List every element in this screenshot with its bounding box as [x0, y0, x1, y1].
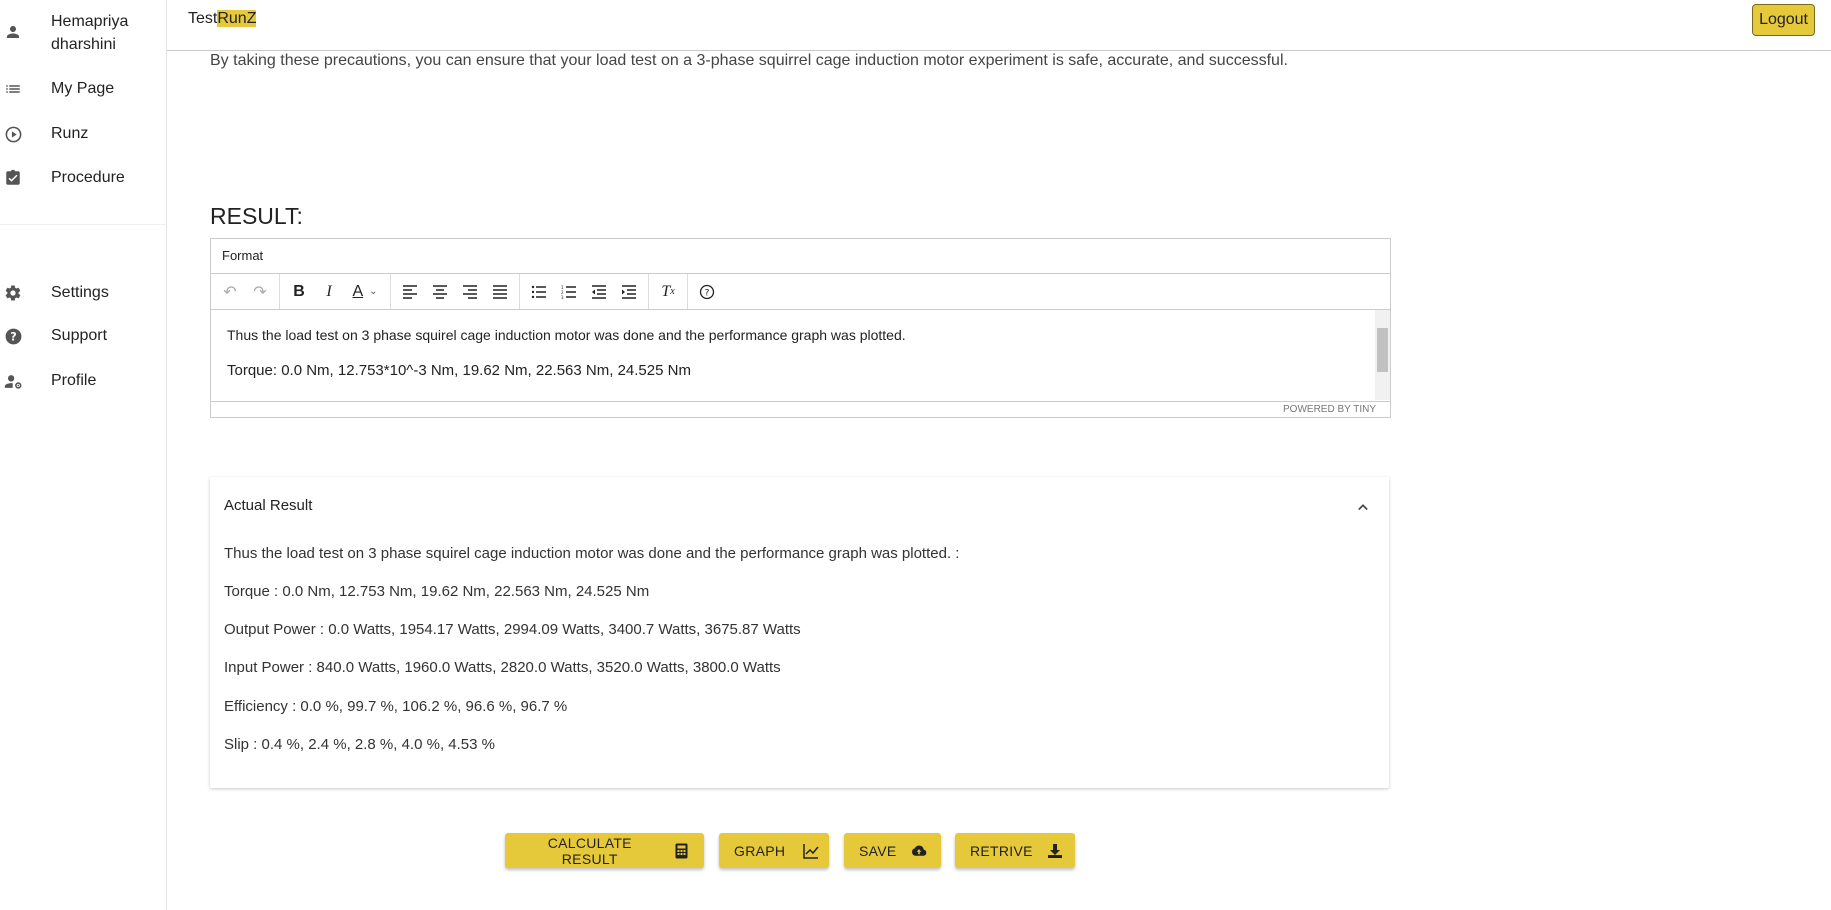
person-icon: [3, 22, 23, 42]
retrive-button[interactable]: RETRIVE: [955, 833, 1075, 868]
clipboard-check-icon: [3, 168, 23, 188]
editor-paragraph: Thus the load test on 3 phase squirel ca…: [227, 327, 906, 343]
bullet-list-icon[interactable]: [524, 278, 554, 306]
sidebar-divider: [0, 224, 166, 225]
history-group: ↶ ↷: [211, 274, 280, 309]
save-button[interactable]: SAVE: [844, 833, 941, 868]
brand-highlight: RunZ: [217, 10, 257, 27]
editor-content[interactable]: Thus the load test on 3 phase squirel ca…: [211, 310, 1390, 400]
calculator-icon: [674, 843, 689, 859]
help-group: ?: [688, 274, 726, 309]
svg-text:?: ?: [705, 288, 710, 298]
user-first-name: Hemapriya: [51, 13, 129, 30]
download-icon: [1047, 843, 1063, 859]
app-logo[interactable]: TestRunZ: [188, 10, 257, 28]
result-line: Slip : 0.4 %, 2.4 %, 2.8 %, 4.0 %, 4.53 …: [224, 736, 495, 753]
graph-button[interactable]: GRAPH: [719, 833, 829, 868]
sidebar-item-label: Support: [51, 327, 108, 344]
play-circle-icon: [3, 124, 23, 144]
brand-prefix: Test: [188, 10, 218, 27]
editor-toolbar: ↶ ↷ B I A ⌄ 123 T x ?: [211, 274, 1390, 310]
align-justify-icon[interactable]: [485, 278, 515, 306]
align-center-icon[interactable]: [425, 278, 455, 306]
editor-statusbar: POWERED BY TINY: [211, 401, 1390, 417]
calculate-result-button[interactable]: CALCULATE RESULT: [505, 833, 704, 868]
sidebar-item-label: Procedure: [51, 169, 125, 186]
sidebar-item-label: Settings: [51, 284, 109, 301]
list-icon: [3, 79, 23, 99]
format-menu[interactable]: Format: [222, 248, 263, 263]
redo-icon[interactable]: ↷: [245, 278, 275, 306]
chevron-up-icon[interactable]: [1353, 497, 1373, 517]
italic-icon[interactable]: I: [314, 278, 344, 306]
numbered-list-icon[interactable]: 123: [554, 278, 584, 306]
editor-scrollbar[interactable]: [1375, 310, 1390, 400]
retrive-label: RETRIVE: [970, 842, 1033, 859]
result-line: Torque : 0.0 Nm, 12.753 Nm, 19.62 Nm, 22…: [224, 583, 650, 600]
editor-paragraph: Torque: 0.0 Nm, 12.753*10^-3 Nm, 19.62 N…: [227, 362, 691, 379]
user-last-name: dharshini: [51, 36, 116, 53]
actual-result-panel: Actual Result Thus the load test on 3 ph…: [210, 477, 1389, 788]
result-line: Output Power : 0.0 Watts, 1954.17 Watts,…: [224, 621, 801, 638]
editor-scrollbar-thumb[interactable]: [1377, 328, 1388, 372]
logout-button[interactable]: Logout: [1752, 4, 1815, 36]
sidebar-item-profile[interactable]: Profile: [0, 370, 166, 392]
powered-by-label[interactable]: POWERED BY TINY: [1283, 404, 1376, 415]
line-chart-icon: [803, 843, 819, 859]
save-label: SAVE: [859, 842, 897, 859]
undo-icon[interactable]: ↶: [215, 278, 245, 306]
help-icon[interactable]: ?: [692, 278, 722, 306]
sidebar-item-label: Runz: [51, 125, 89, 142]
clear-formatting-icon[interactable]: Tx: [653, 278, 683, 306]
result-line: Thus the load test on 3 phase squirel ca…: [224, 545, 960, 562]
sidebar-item-label: My Page: [51, 80, 115, 97]
bold-icon[interactable]: B: [284, 278, 314, 306]
intro-text: By taking these precautions, you can ens…: [210, 52, 1288, 69]
sidebar-item-procedure[interactable]: Procedure: [0, 167, 166, 189]
align-right-icon[interactable]: [455, 278, 485, 306]
sidebar-item-label: Profile: [51, 372, 97, 389]
align-left-icon[interactable]: [395, 278, 425, 306]
result-editor: Format ↶ ↷ B I A ⌄ 1 2 3 T x ? Thus the …: [210, 238, 1391, 418]
sidebar: Hemapriya dharshini My Page Runz Procedu…: [0, 0, 167, 910]
align-group: [391, 274, 520, 309]
calculate-result-label: CALCULATE RESULT: [547, 834, 632, 867]
sidebar-item-settings[interactable]: Settings: [0, 282, 166, 304]
gear-icon: [3, 283, 23, 303]
sidebar-item-support[interactable]: ? Support: [0, 325, 166, 347]
cloud-upload-icon: [911, 843, 927, 859]
graph-label: GRAPH: [734, 842, 786, 859]
list-group: 123: [520, 274, 649, 309]
svg-text:3: 3: [561, 295, 564, 299]
top-bar: TestRunZ Logout: [167, 0, 1831, 51]
format-group: B I A ⌄: [280, 274, 391, 309]
help-circle-icon: ?: [3, 326, 23, 346]
sidebar-item-runz[interactable]: Runz: [0, 123, 166, 145]
sidebar-user[interactable]: Hemapriya dharshini: [0, 10, 166, 54]
result-line: Efficiency : 0.0 %, 99.7 %, 106.2 %, 96.…: [224, 698, 568, 715]
sidebar-item-my-page[interactable]: My Page: [0, 78, 166, 100]
text-color-icon[interactable]: A ⌄: [344, 278, 386, 306]
editor-menubar: Format: [211, 239, 1390, 274]
manage-accounts-icon: [3, 371, 23, 391]
result-heading: RESULT:: [210, 203, 303, 229]
indent-icon[interactable]: [614, 278, 644, 306]
svg-text:?: ?: [10, 330, 16, 343]
clear-format-group: Tx: [649, 274, 688, 309]
outdent-icon[interactable]: [584, 278, 614, 306]
actual-result-title[interactable]: Actual Result: [224, 497, 312, 514]
result-line: Input Power : 840.0 Watts, 1960.0 Watts,…: [224, 659, 781, 676]
